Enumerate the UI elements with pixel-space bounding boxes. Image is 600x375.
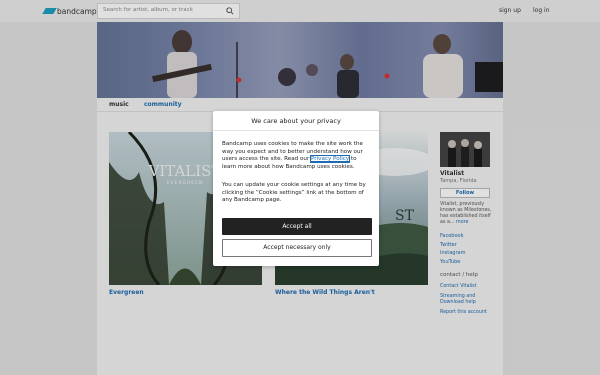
cookie-dialog-text-2: You can update your cookie settings at a… xyxy=(222,182,366,204)
accept-necessary-button[interactable]: Accept necessary only xyxy=(222,239,372,257)
cookie-consent-dialog: We care about your privacy Bandcamp uses… xyxy=(213,111,379,266)
cookie-dialog-text-1: Bandcamp uses cookies to make the site w… xyxy=(222,141,372,171)
accept-all-button[interactable]: Accept all xyxy=(222,218,372,235)
cookie-dialog-title: We care about your privacy xyxy=(213,111,379,131)
privacy-policy-link[interactable]: Privacy Policy xyxy=(310,155,351,164)
